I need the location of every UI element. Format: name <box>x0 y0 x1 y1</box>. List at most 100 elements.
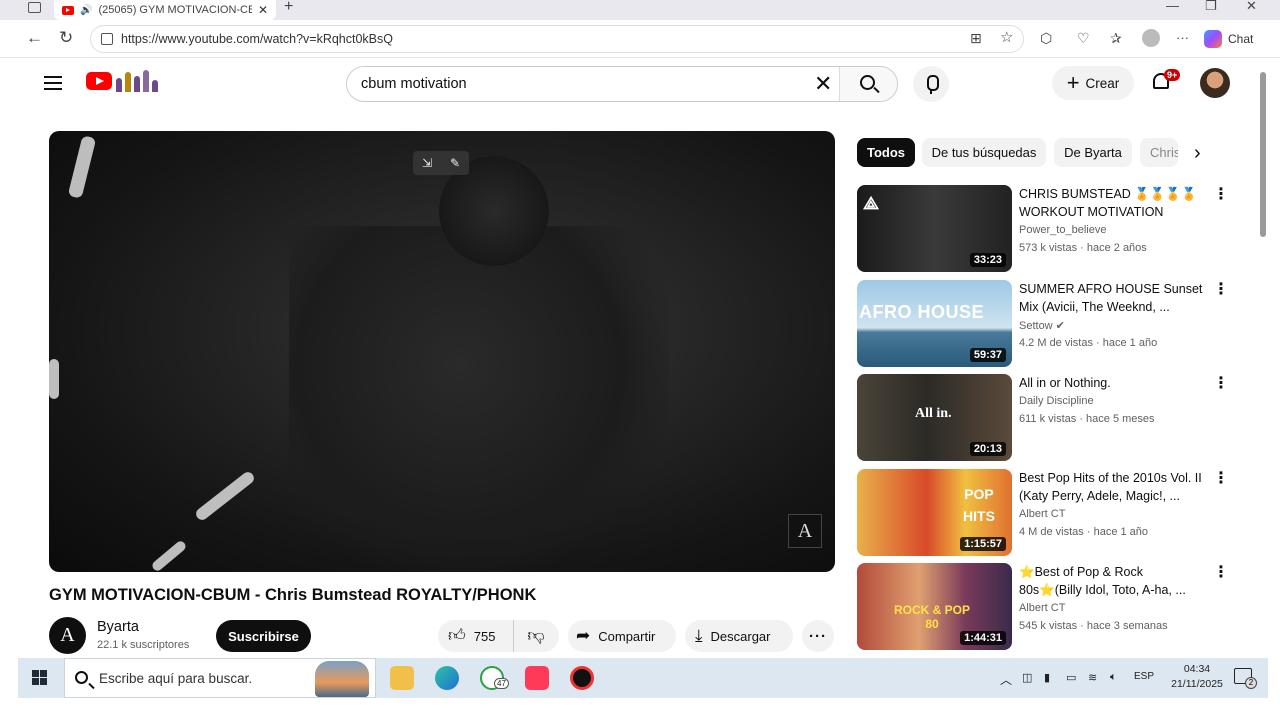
chevron-right-icon[interactable]: › <box>1194 142 1201 164</box>
recommendation-item[interactable]: ROCK & POP 80 1:44:31 ⭐Best of Pop & Roc… <box>857 563 1237 651</box>
chip-chris[interactable]: Chris <box>1140 138 1178 167</box>
recorder-app-icon[interactable] <box>570 666 594 690</box>
app-available-icon[interactable]: ⊞ <box>970 28 982 48</box>
subscribe-button[interactable]: Suscribirse <box>216 620 311 652</box>
site-info-icon[interactable] <box>101 33 113 45</box>
chip-from-byarta[interactable]: De Byarta <box>1054 138 1132 167</box>
whatsapp-icon[interactable]: 47 <box>480 666 509 690</box>
microphone-tray-icon[interactable]: ▮ <box>1044 671 1050 684</box>
video-thumbnail[interactable]: ROCK & POP 80 1:44:31 <box>857 563 1012 650</box>
video-thumbnail[interactable]: ⟁ 33:23 <box>857 185 1012 272</box>
light-streak <box>150 539 188 572</box>
recommendation-title[interactable]: All in or Nothing. <box>1019 374 1209 392</box>
youtube-header: ✕ + Crear 9+ <box>18 58 1258 110</box>
scrollbar-thumb[interactable] <box>1260 72 1266 237</box>
restore-button[interactable]: ❐ <box>1205 0 1217 12</box>
recommendation-item[interactable]: ⟁ 33:23 CHRIS BUMSTEAD 🏅🏅🏅🏅 WORKOUT MOTI… <box>857 185 1237 273</box>
notifications-badge: 9+ <box>1164 69 1181 81</box>
youtube-doodle[interactable] <box>116 70 164 92</box>
player-overlay-controls[interactable]: ⇲ ✎ <box>413 151 469 175</box>
thumbs-down-icon: 👎︎ <box>527 626 545 645</box>
voice-search-button[interactable] <box>913 66 949 102</box>
show-hidden-icons-icon[interactable]: ︿ <box>1000 671 1012 688</box>
collapse-icon[interactable]: ⇲ <box>422 156 432 170</box>
recommendation-title[interactable]: Best Pop Hits of the 2010s Vol. II (Katy… <box>1019 469 1209 505</box>
video-thumbnail[interactable]: POP HITS 1:15:57 <box>857 469 1012 556</box>
channel-watermark[interactable]: A <box>788 514 822 548</box>
close-tab-icon[interactable]: ✕ <box>258 3 268 17</box>
more-actions-button[interactable]: ··· <box>802 620 834 652</box>
file-explorer-icon[interactable] <box>390 666 414 690</box>
video-player[interactable]: ⇲ ✎ A <box>49 131 835 572</box>
video-title: GYM MOTIVACION-CBUM - Chris Bumstead ROY… <box>49 586 537 604</box>
recommendation-item[interactable]: POP HITS 1:15:57 Best Pop Hits of the 20… <box>857 469 1237 557</box>
create-button[interactable]: + Crear <box>1052 66 1134 100</box>
favorite-star-icon[interactable]: ☆ <box>1000 28 1013 48</box>
user-avatar[interactable] <box>1200 68 1230 98</box>
taskbar-search[interactable]: Escribe aquí para buscar. <box>64 658 376 698</box>
new-tab-button[interactable]: + <box>284 0 293 15</box>
more-menu-icon[interactable]: ··· <box>1176 28 1189 48</box>
share-button[interactable]: ➦ Compartir <box>568 620 676 652</box>
youtube-logo-icon[interactable] <box>86 72 112 90</box>
thumbnail-text: All in. <box>915 406 952 421</box>
edge-icon[interactable] <box>435 666 459 690</box>
copilot-chat-button[interactable]: Chat <box>1204 27 1253 51</box>
battery-icon[interactable]: ▭ <box>1066 671 1076 684</box>
notifications-button[interactable]: 9+ <box>1150 69 1181 96</box>
search-input[interactable] <box>361 74 801 94</box>
channel-avatar[interactable]: A <box>49 617 86 654</box>
recommendation-channel[interactable]: Albert CT <box>1019 508 1065 520</box>
chip-from-searches[interactable]: De tus búsquedas <box>922 138 1046 167</box>
like-button[interactable]: 👍︎ 755 <box>438 620 514 652</box>
recommendation-channel[interactable]: Daily Discipline <box>1019 395 1094 407</box>
workspaces-icon[interactable] <box>28 2 41 13</box>
volume-icon[interactable]: 🔈︎ <box>1110 671 1117 684</box>
recommendation-channel[interactable]: Settow ✔ <box>1019 319 1065 332</box>
recommendation-channel[interactable]: Power_to_believe <box>1019 224 1106 236</box>
video-thumbnail[interactable]: All in. 20:13 <box>857 374 1012 461</box>
system-clock[interactable]: 04:34 21/11/2025 <box>1166 662 1228 692</box>
chip-all[interactable]: Todos <box>857 138 915 167</box>
extensions-icon[interactable]: ⬡ <box>1040 28 1052 48</box>
refresh-icon[interactable]: ↻ <box>59 28 73 48</box>
close-window-button[interactable]: ✕ <box>1246 0 1257 12</box>
channel-name[interactable]: Byarta <box>97 619 139 635</box>
music-app-icon[interactable] <box>525 666 549 690</box>
recommendation-item[interactable]: AFRO HOUSE 59:37 SUMMER AFRO HOUSE Sunse… <box>857 280 1237 368</box>
menu-icon[interactable] <box>44 76 62 90</box>
search-button[interactable] <box>839 67 897 101</box>
address-bar[interactable]: https://www.youtube.com/watch?v=kRqhct0k… <box>90 25 1024 53</box>
video-thumbnail[interactable]: AFRO HOUSE 59:37 <box>857 280 1012 367</box>
recommendation-title[interactable]: ⭐Best of Pop & Rock 80s⭐(Billy Idol, Tot… <box>1019 563 1209 599</box>
minimize-button[interactable]: — <box>1166 0 1179 12</box>
dislike-button[interactable]: 👎︎ <box>514 626 558 646</box>
kebab-menu-icon[interactable]: ⋮ <box>1213 565 1229 581</box>
recommendation-title[interactable]: SUMMER AFRO HOUSE Sunset Mix (Avicii, Th… <box>1019 280 1209 316</box>
network-icon[interactable]: ≋ <box>1088 671 1097 684</box>
clear-search-icon[interactable]: ✕ <box>814 71 832 97</box>
profile-icon[interactable] <box>1142 29 1160 47</box>
kebab-menu-icon[interactable]: ⋮ <box>1213 187 1229 203</box>
recommendation-channel[interactable]: Albert CT <box>1019 602 1065 614</box>
back-icon[interactable]: ← <box>26 28 43 48</box>
notification-center-icon[interactable]: 2 <box>1234 668 1257 689</box>
download-button[interactable]: ⤓ Descargar <box>685 620 793 652</box>
browser-essentials-icon[interactable]: ♡ <box>1077 28 1090 48</box>
recommendation-item[interactable]: All in. 20:13 All in or Nothing. Daily D… <box>857 374 1237 462</box>
windows-start-icon[interactable] <box>32 670 47 685</box>
recommendation-title[interactable]: CHRIS BUMSTEAD 🏅🏅🏅🏅 WORKOUT MOTIVATION W… <box>1019 185 1209 221</box>
tab-youtube[interactable]: 🔊 (25065) GYM MOTIVACION-CBUM - Chris Bu… <box>54 0 276 20</box>
kebab-menu-icon[interactable]: ⋮ <box>1213 282 1229 298</box>
meet-now-icon[interactable]: ◫ <box>1022 671 1032 684</box>
favorites-icon[interactable]: ✰ <box>1110 28 1122 48</box>
recommendation-meta: 545 k vistas · hace 3 semanas <box>1019 620 1168 632</box>
speaker-icon[interactable]: 🔊 <box>80 5 92 16</box>
language-indicator[interactable]: ESP <box>1134 671 1154 682</box>
share-icon: ➦ <box>576 626 591 645</box>
notes-icon[interactable]: ✎ <box>450 156 460 170</box>
kebab-menu-icon[interactable]: ⋮ <box>1213 471 1229 487</box>
thumbs-up-icon: 👍︎ <box>448 626 466 645</box>
windows-taskbar: Escribe aquí para buscar. 47 ︿ ◫ ▮ ▭ ≋ 🔈… <box>18 658 1268 698</box>
kebab-menu-icon[interactable]: ⋮ <box>1213 376 1229 392</box>
